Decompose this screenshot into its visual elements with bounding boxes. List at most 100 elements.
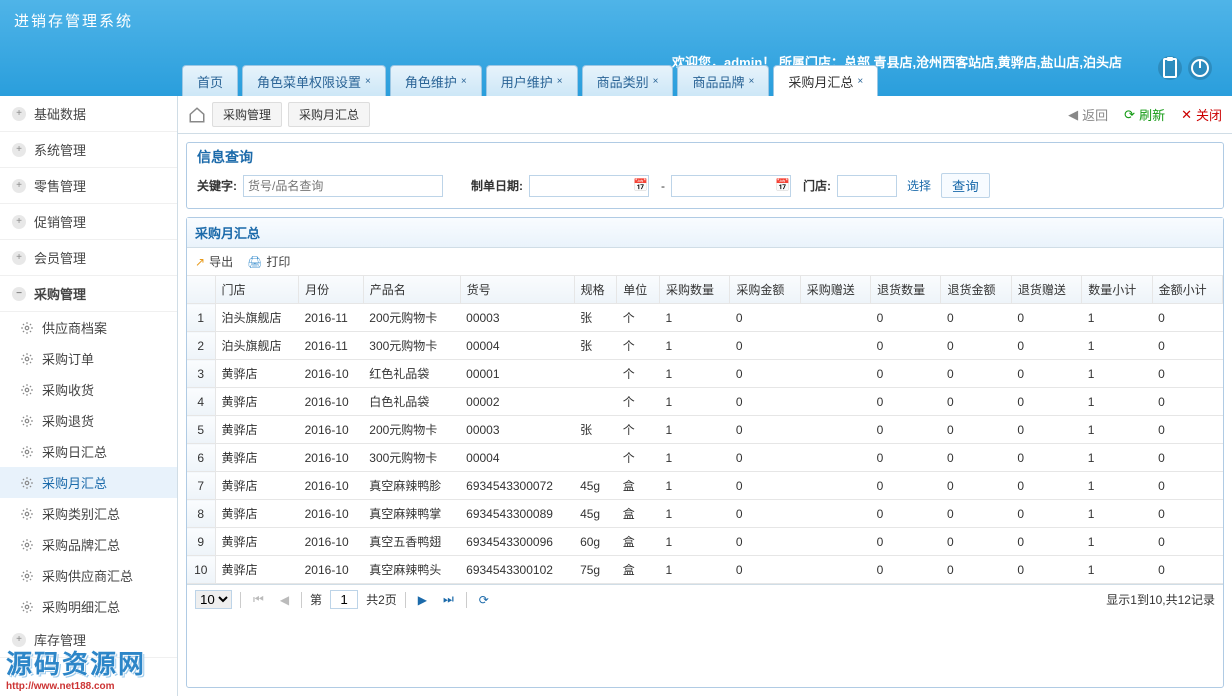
sidebar-item[interactable]: 采购供应商汇总 (0, 560, 177, 591)
calendar-icon[interactable]: 📅 (633, 178, 649, 194)
table-row[interactable]: 8黄骅店2016-10真空麻辣鸭掌693454330008945g盒100001… (187, 500, 1223, 528)
sidebar-item[interactable]: 采购月汇总 (0, 467, 177, 498)
column-header[interactable]: 货号 (460, 276, 574, 304)
tab-close-icon[interactable]: × (461, 76, 467, 87)
back-icon: ◀ (1068, 107, 1078, 123)
sidebar-group[interactable]: −采购管理 (0, 276, 177, 312)
pager-last-icon[interactable]: ⏭ (439, 592, 458, 607)
table-row[interactable]: 4黄骅店2016-10白色礼品袋00002个1000010 (187, 388, 1223, 416)
plus-icon: + (12, 179, 26, 193)
column-header[interactable]: 采购数量 (659, 276, 729, 304)
tab-close-icon[interactable]: × (557, 76, 563, 87)
sidebar-item[interactable]: 采购明细汇总 (0, 591, 177, 622)
table-row[interactable]: 10黄骅店2016-10真空麻辣鸭头693454330010275g盒10000… (187, 556, 1223, 584)
column-header[interactable]: 规格 (574, 276, 617, 304)
page-size-select[interactable]: 10 (195, 590, 232, 609)
sidebar-item[interactable]: 采购日汇总 (0, 436, 177, 467)
column-header[interactable]: 金额小计 (1152, 276, 1222, 304)
column-header[interactable]: 数量小计 (1082, 276, 1152, 304)
sidebar-item[interactable]: 采购收货 (0, 374, 177, 405)
tab-close-icon[interactable]: × (857, 76, 863, 87)
date-to-input[interactable] (671, 175, 791, 197)
keyword-label: 关键字: (197, 177, 237, 194)
date-label: 制单日期: (471, 177, 523, 194)
pager-info: 显示1到10,共12记录 (1106, 591, 1215, 608)
select-shop-link[interactable]: 选择 (903, 175, 935, 196)
home-icon[interactable] (188, 106, 206, 124)
tab-4[interactable]: 商品类别× (582, 65, 674, 96)
close-button[interactable]: ✕关闭 (1181, 105, 1222, 124)
keyword-input[interactable] (243, 175, 443, 197)
column-header[interactable]: 产品名 (363, 276, 460, 304)
tab-5[interactable]: 商品品牌× (677, 65, 769, 96)
column-header[interactable]: 采购赠送 (800, 276, 870, 304)
refresh-icon: ⟳ (1124, 107, 1135, 123)
column-header[interactable]: 门店 (215, 276, 299, 304)
pager-first-icon[interactable]: ⏮ (249, 592, 268, 607)
tab-3[interactable]: 用户维护× (486, 65, 578, 96)
sidebar-group[interactable]: +促销管理 (0, 204, 177, 240)
pager: 10 ⏮ ◀ 第 共2页 ▶ ⏭ ⟳ 显示1到10,共12记录 (187, 584, 1223, 614)
print-button[interactable]: 🖨打印 (247, 253, 290, 270)
refresh-button[interactable]: ⟳刷新 (1124, 105, 1165, 124)
page-input[interactable] (330, 590, 358, 609)
print-icon: 🖨 (247, 255, 262, 269)
tab-0[interactable]: 首页 (182, 65, 238, 96)
gear-icon (20, 383, 34, 397)
tab-6[interactable]: 采购月汇总× (773, 65, 878, 96)
tab-close-icon[interactable]: × (365, 76, 371, 87)
export-button[interactable]: ↗导出 (195, 253, 233, 270)
table-row[interactable]: 9黄骅店2016-10真空五香鸭翅693454330009660g盒100001… (187, 528, 1223, 556)
column-header[interactable]: 退货数量 (871, 276, 941, 304)
sidebar-item[interactable]: 采购类别汇总 (0, 498, 177, 529)
plus-icon: + (12, 215, 26, 229)
table-row[interactable]: 3黄骅店2016-10红色礼品袋00001个1000010 (187, 360, 1223, 388)
sidebar-item[interactable]: 供应商档案 (0, 312, 177, 343)
sidebar-item[interactable]: 采购品牌汇总 (0, 529, 177, 560)
breadcrumb-bar: 采购管理 采购月汇总 ◀返回 ⟳刷新 ✕关闭 (178, 96, 1232, 134)
sidebar-group[interactable]: +系统管理 (0, 132, 177, 168)
column-header[interactable]: 月份 (299, 276, 364, 304)
table-row[interactable]: 5黄骅店2016-10200元购物卡00003张个1000010 (187, 416, 1223, 444)
calendar-icon[interactable]: 📅 (775, 178, 791, 194)
sidebar-group[interactable]: +零售管理 (0, 168, 177, 204)
table-row[interactable]: 7黄骅店2016-10真空麻辣鸭胗693454330007245g盒100001… (187, 472, 1223, 500)
column-header[interactable]: 退货金额 (941, 276, 1011, 304)
column-header[interactable] (187, 276, 215, 304)
shop-input[interactable] (837, 175, 897, 197)
gear-icon (20, 538, 34, 552)
sidebar-group[interactable]: +基础数据 (0, 96, 177, 132)
table-row[interactable]: 2泊头旗舰店2016-11300元购物卡00004张个1000010 (187, 332, 1223, 360)
column-header[interactable]: 采购金额 (730, 276, 800, 304)
pager-prev-icon[interactable]: ◀ (276, 593, 293, 607)
date-from-input[interactable] (529, 175, 649, 197)
gear-icon (20, 445, 34, 459)
shop-label: 门店: (803, 177, 831, 194)
plus-icon: + (12, 107, 26, 121)
query-button[interactable]: 查询 (941, 173, 990, 198)
sidebar-group[interactable]: +会员管理 (0, 240, 177, 276)
breadcrumb-group[interactable]: 采购管理 (212, 102, 282, 127)
app-header: 进销存管理系统 欢迎您，admin！ 所属门店：总部,青县店,沧州西客站店,黄骅… (0, 0, 1232, 96)
tab-close-icon[interactable]: × (748, 76, 754, 87)
sidebar-group[interactable]: +库存管理 (0, 622, 177, 658)
sidebar-item[interactable]: 采购退货 (0, 405, 177, 436)
gear-icon (20, 321, 34, 335)
table-row[interactable]: 6黄骅店2016-10300元购物卡00004个1000010 (187, 444, 1223, 472)
sidebar-item[interactable]: 采购订单 (0, 343, 177, 374)
pager-next-icon[interactable]: ▶ (414, 593, 431, 607)
table-row[interactable]: 1泊头旗舰店2016-11200元购物卡00003张个1000010 (187, 304, 1223, 332)
pager-reload-icon[interactable]: ⟳ (475, 593, 493, 607)
gear-icon (20, 600, 34, 614)
tab-close-icon[interactable]: × (653, 76, 659, 87)
breadcrumb-page[interactable]: 采购月汇总 (288, 102, 370, 127)
back-button[interactable]: ◀返回 (1068, 105, 1108, 124)
gear-icon (20, 476, 34, 490)
power-icon[interactable] (1188, 56, 1212, 80)
column-header[interactable]: 退货赠送 (1011, 276, 1081, 304)
tab-2[interactable]: 角色维护× (390, 65, 482, 96)
clipboard-icon[interactable] (1158, 56, 1182, 80)
column-header[interactable]: 单位 (617, 276, 660, 304)
tab-1[interactable]: 角色菜单权限设置× (242, 65, 386, 96)
gear-icon (20, 507, 34, 521)
